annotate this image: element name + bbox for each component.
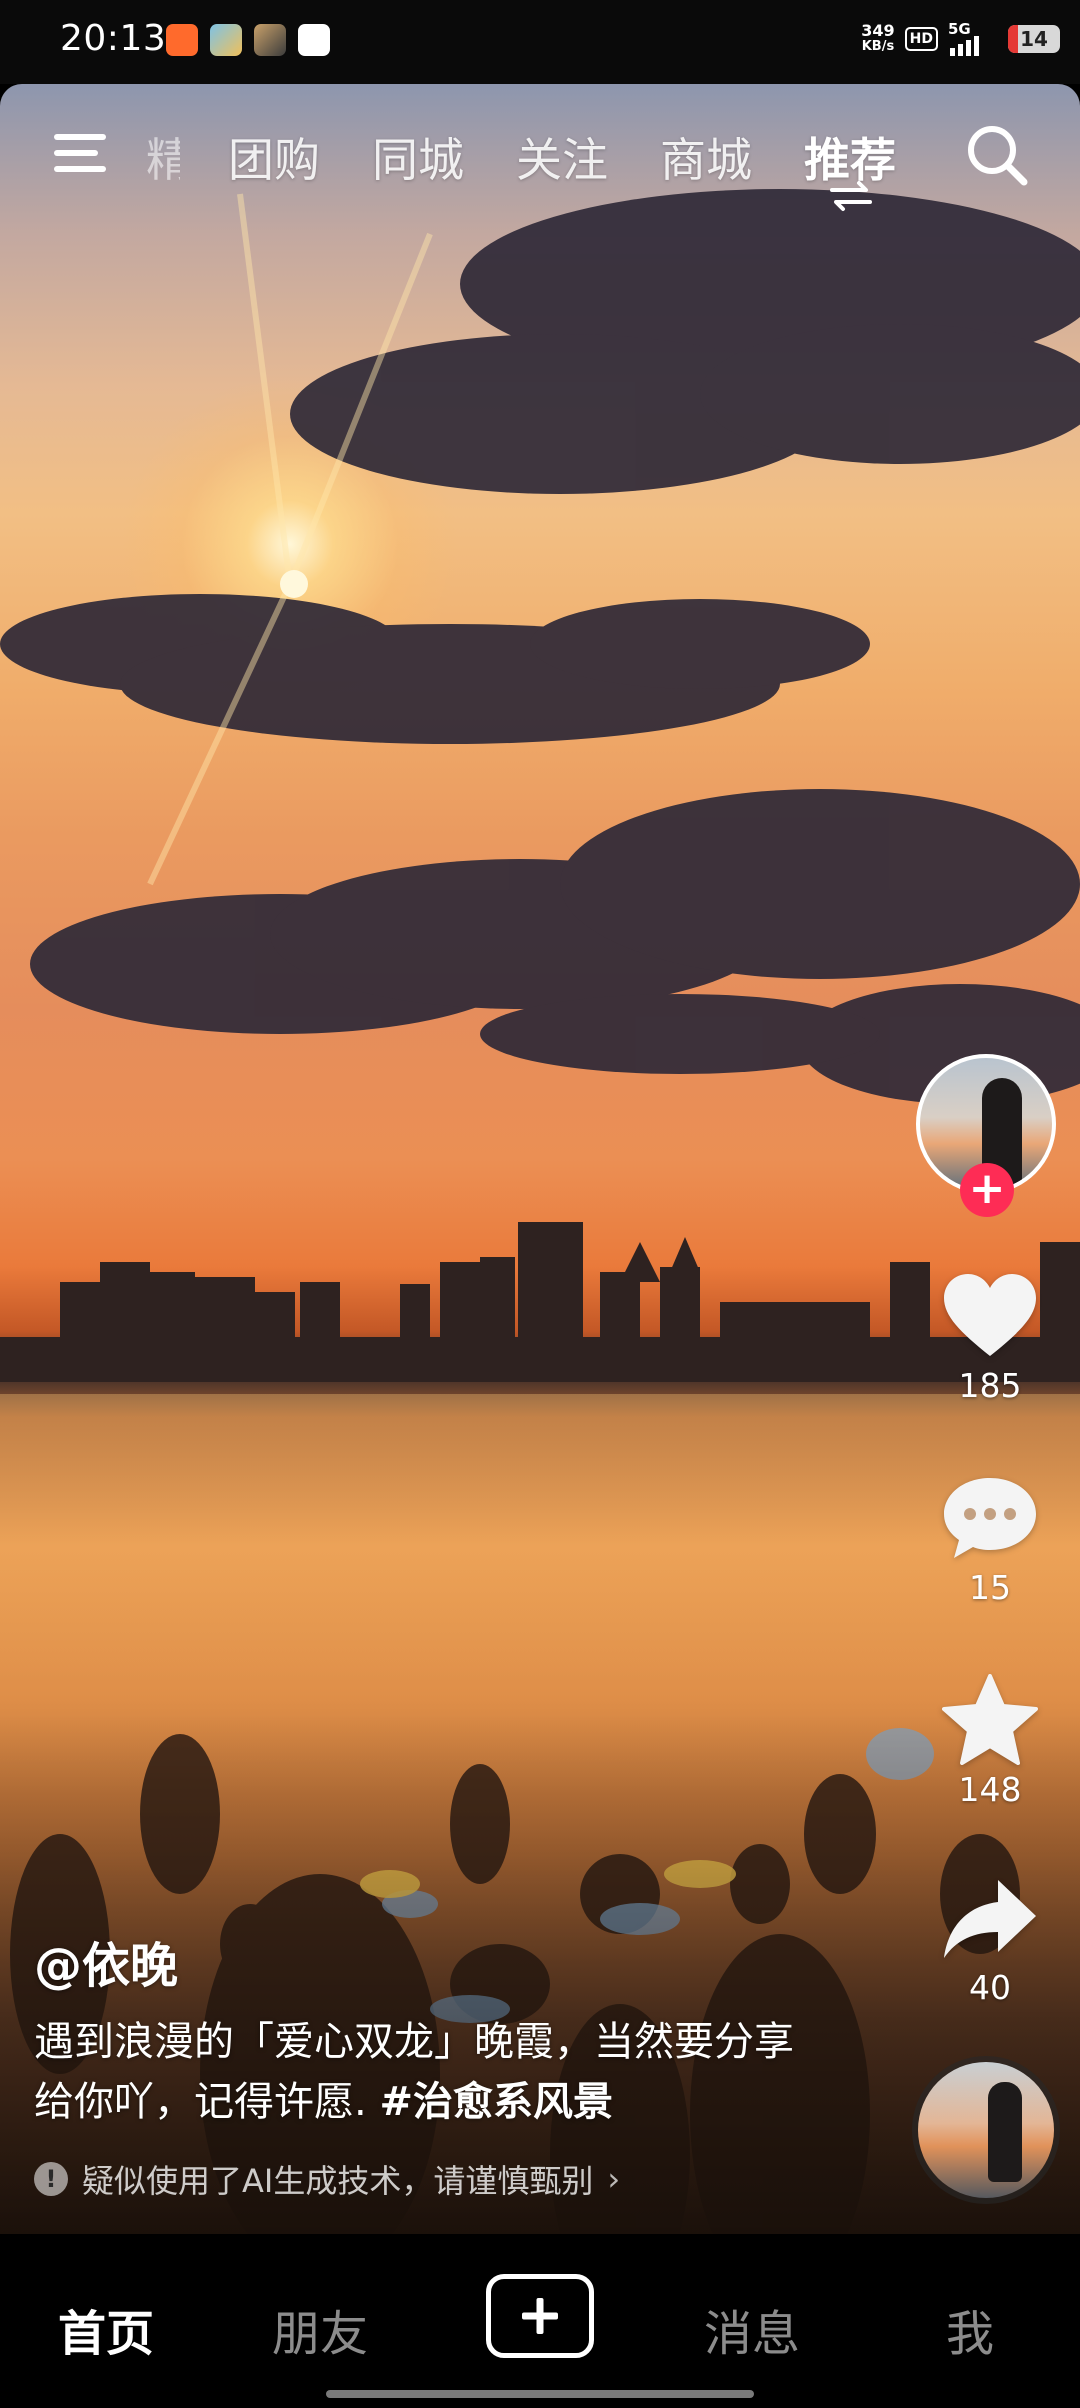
comment-icon bbox=[944, 1478, 1036, 1558]
tab-featured-partial[interactable]: 精选 bbox=[146, 124, 180, 190]
music-disc[interactable] bbox=[918, 2062, 1054, 2198]
tab-following[interactable]: 关注 bbox=[516, 124, 608, 190]
music-disc-figure bbox=[988, 2082, 1022, 2182]
author-name[interactable]: @依晚 bbox=[34, 1926, 178, 1996]
signal-icon: 5G bbox=[948, 20, 998, 56]
bottom-nav: 首页 朋友 消息 我 bbox=[0, 2234, 1080, 2408]
menu-icon[interactable] bbox=[52, 128, 112, 178]
hashtag-link[interactable]: #治愈系风景 bbox=[379, 2079, 613, 2125]
network-speed-unit: KB/s bbox=[861, 39, 895, 54]
chevron-right-icon: › bbox=[607, 2160, 621, 2198]
screen: 20:13 349 KB/s HD 5G 14 精 团购 同城 关注 商城 推荐… bbox=[0, 0, 1080, 2408]
game-notification-icon bbox=[254, 24, 286, 56]
notification-icons bbox=[166, 24, 330, 56]
share-arrow-icon bbox=[944, 1880, 1036, 1958]
comment-button[interactable]: 15 bbox=[930, 1470, 1050, 1607]
city-skyline bbox=[0, 1222, 1080, 1382]
video-caption[interactable]: 遇到浪漫的「爱心双龙」晚霞，当然要分享给你吖，记得许愿. #治愈系风景 bbox=[34, 2012, 824, 2132]
nav-home[interactable]: 首页 bbox=[58, 2294, 154, 2364]
nav-me[interactable]: 我 bbox=[946, 2294, 994, 2364]
ai-notice-text: 疑似使用了AI生成技术，请谨慎甄别 bbox=[82, 2162, 594, 2200]
heart-icon bbox=[944, 1274, 1036, 1356]
home-indicator[interactable] bbox=[326, 2390, 754, 2398]
share-count: 40 bbox=[969, 1968, 1011, 2007]
status-bar: 20:13 349 KB/s HD 5G 14 bbox=[0, 0, 1080, 84]
nav-messages[interactable]: 消息 bbox=[704, 2294, 800, 2364]
follow-button[interactable]: + bbox=[960, 1163, 1014, 1217]
share-button[interactable]: 40 bbox=[930, 1870, 1050, 2007]
warning-icon: ! bbox=[34, 2162, 68, 2196]
search-icon[interactable] bbox=[962, 120, 1032, 190]
tab-nearby[interactable]: 同城 bbox=[372, 124, 464, 190]
signal-bars bbox=[950, 36, 979, 56]
tab-mall[interactable]: 商城 bbox=[660, 124, 752, 190]
switch-feed-icon[interactable] bbox=[828, 180, 874, 212]
battery-icon: 14 bbox=[1008, 25, 1060, 53]
create-video-button[interactable] bbox=[486, 2274, 594, 2358]
tab-group-buy[interactable]: 团购 bbox=[228, 124, 320, 190]
top-nav: 精选 团购 同城 关注 商城 推荐 bbox=[0, 110, 1080, 212]
star-icon bbox=[942, 1674, 1038, 1765]
status-indicators: 349 KB/s HD 5G 14 bbox=[861, 20, 1060, 56]
video-player[interactable] bbox=[0, 84, 1080, 2234]
favorite-button[interactable]: 148 bbox=[930, 1672, 1050, 1809]
network-speed-value: 349 bbox=[861, 21, 895, 40]
like-button[interactable]: 185 bbox=[930, 1268, 1050, 1405]
status-time: 20:13 bbox=[60, 18, 167, 59]
like-count: 185 bbox=[958, 1366, 1022, 1405]
sky-clouds bbox=[0, 189, 1080, 1104]
network-speed: 349 KB/s bbox=[861, 23, 894, 55]
comment-count: 15 bbox=[969, 1568, 1011, 1607]
favorite-count: 148 bbox=[958, 1770, 1022, 1809]
hd-badge: HD bbox=[904, 27, 938, 51]
app-notification-icon bbox=[166, 24, 198, 56]
nav-friends[interactable]: 朋友 bbox=[272, 2294, 368, 2364]
message-notification-icon bbox=[298, 24, 330, 56]
battery-level: 14 bbox=[1020, 27, 1048, 51]
ai-generated-notice[interactable]: ! 疑似使用了AI生成技术，请谨慎甄别 › bbox=[34, 2156, 620, 2202]
gallery-notification-icon bbox=[210, 24, 242, 56]
